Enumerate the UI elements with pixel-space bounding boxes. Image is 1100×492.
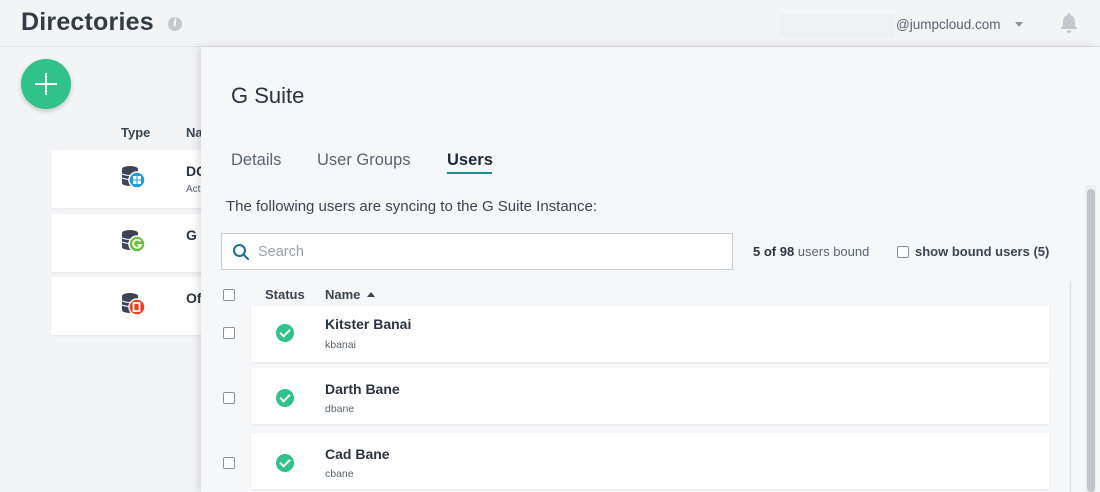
show-bound-users-checkbox[interactable] (897, 246, 909, 258)
row-checkbox[interactable] (223, 327, 235, 339)
row-checkbox[interactable] (223, 457, 235, 469)
page-title: Directories (21, 8, 154, 36)
active-tab-indicator (447, 172, 492, 174)
user-name: Cad Bane (325, 446, 390, 462)
table-row[interactable]: Kitster Banai kbanai (251, 306, 1049, 362)
tab-user-groups[interactable]: User Groups (317, 151, 411, 170)
select-all-checkbox[interactable] (223, 289, 235, 301)
add-directory-button[interactable] (21, 59, 71, 109)
search-icon (233, 244, 249, 260)
user-login: kbanai (325, 339, 356, 351)
column-header-status[interactable]: Status (265, 287, 305, 302)
bound-count-number: 5 of 98 (753, 244, 795, 259)
panel-title: G Suite (231, 83, 305, 108)
directory-row-office365[interactable]: Of (51, 277, 211, 335)
list-divider (1070, 281, 1071, 492)
scrollbar-thumb[interactable] (1087, 189, 1095, 492)
bell-icon[interactable] (1059, 12, 1079, 34)
check-circle-icon (276, 454, 294, 472)
chevron-down-icon[interactable] (1015, 22, 1023, 27)
show-bound-users-label[interactable]: show bound users (5) (915, 244, 1049, 259)
gsuite-panel: G Suite Details User Groups Users The fo… (201, 47, 1100, 492)
row-checkbox[interactable] (223, 392, 235, 404)
directory-subtitle: Act (186, 184, 201, 195)
column-header-name[interactable]: Name (325, 287, 360, 302)
user-name: Kitster Banai (325, 316, 412, 332)
check-circle-icon (276, 324, 294, 342)
table-row[interactable]: Cad Bane cbane (251, 433, 1049, 489)
tab-details[interactable]: Details (231, 151, 281, 170)
directory-row-windows[interactable]: DC Act (51, 150, 211, 208)
directory-row-gsuite[interactable]: G (51, 214, 211, 272)
user-login: dbane (325, 403, 355, 415)
tab-users[interactable]: Users (447, 151, 493, 170)
search-box[interactable] (221, 233, 733, 270)
office365-directory-icon (121, 293, 146, 316)
table-row[interactable]: Darth Bane dbane (251, 368, 1049, 424)
directory-name: Of (186, 290, 202, 306)
user-login: cbane (325, 468, 354, 480)
directory-name: G (186, 227, 197, 243)
gsuite-directory-icon (121, 230, 146, 253)
user-email[interactable]: @jumpcloud.com (896, 17, 1001, 32)
check-circle-icon (276, 389, 294, 407)
search-input[interactable] (258, 238, 718, 265)
sync-description: The following users are syncing to the G… (226, 198, 598, 215)
windows-directory-icon (121, 166, 146, 189)
info-icon[interactable]: i (168, 17, 182, 31)
user-name: Darth Bane (325, 381, 400, 397)
column-header-type: Type (121, 125, 151, 140)
bound-count: 5 of 98 users bound (753, 244, 869, 259)
bound-count-suffix: users bound (794, 244, 870, 259)
sort-ascending-icon[interactable] (367, 292, 375, 297)
user-email-redacted (780, 14, 895, 38)
